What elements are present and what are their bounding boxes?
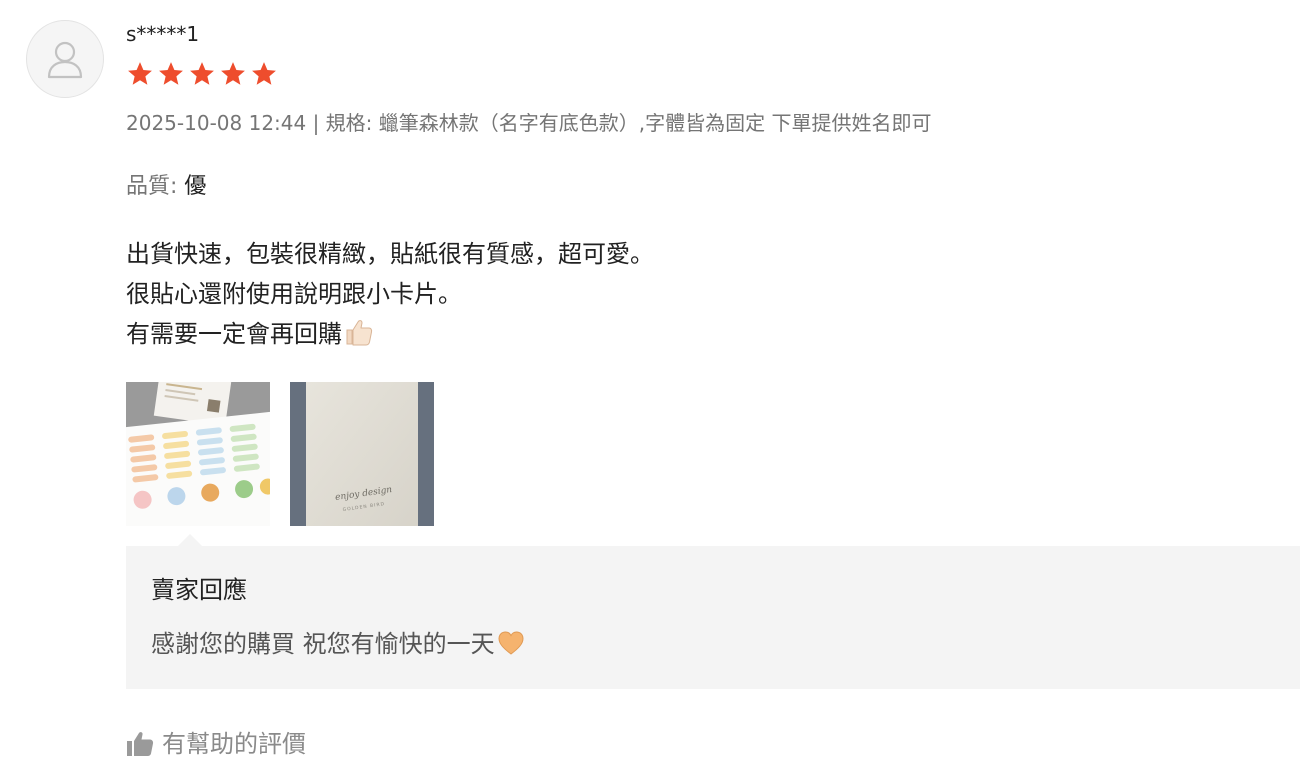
reviewer-username: s*****1 bbox=[126, 22, 200, 46]
user-icon bbox=[47, 41, 83, 79]
comment-line: 有需要一定會再回購 bbox=[126, 320, 342, 348]
quality-label: 品質: bbox=[126, 174, 185, 199]
envelope-photo[interactable]: enjoy design GOLDEN BIRD bbox=[290, 382, 434, 526]
star-icon bbox=[190, 62, 214, 85]
quality-value: 優 bbox=[184, 174, 207, 199]
star-icon bbox=[159, 62, 183, 85]
comment-line-last: 有需要一定會再回購 bbox=[126, 314, 654, 358]
sticker-sheet-photo[interactable] bbox=[126, 382, 270, 526]
seller-reply-text: 感謝您的購買 祝您有愉快的一天 bbox=[151, 630, 495, 658]
seller-reply: 賣家回應 感謝您的購買 祝您有愉快的一天 bbox=[126, 534, 1300, 689]
comment-line: 出貨快速，包裝很精緻，貼紙很有質感，超可愛。 bbox=[126, 240, 654, 268]
review-photos: enjoy design GOLDEN BIRD bbox=[126, 382, 434, 526]
quality-rating: 品質: 優 bbox=[126, 172, 206, 202]
comment-line: 很貼心還附使用說明跟小卡片。 bbox=[126, 280, 462, 308]
reply-pointer bbox=[178, 534, 202, 546]
star-icon bbox=[128, 62, 152, 85]
thumbs-up-icon bbox=[344, 318, 374, 358]
seller-reply-content: 感謝您的購買 祝您有愉快的一天 bbox=[151, 628, 525, 664]
star-icon bbox=[252, 62, 276, 85]
seller-reply-title: 賣家回應 bbox=[151, 576, 247, 604]
thumbs-up-icon bbox=[127, 732, 154, 756]
rating-stars bbox=[126, 60, 278, 88]
orange-heart-icon bbox=[497, 630, 525, 664]
helpful-label: 有幫助的評價 bbox=[162, 730, 306, 758]
star-icon bbox=[221, 62, 245, 85]
review-comment: 出貨快速，包裝很精緻，貼紙很有質感，超可愛。 很貼心還附使用說明跟小卡片。 有需… bbox=[126, 234, 654, 358]
review-meta: 2025-10-08 12:44 | 規格: 蠟筆森林款（名字有底色款）,字體皆… bbox=[126, 111, 932, 135]
helpful-button[interactable]: 有幫助的評價 bbox=[126, 728, 306, 760]
avatar[interactable] bbox=[26, 20, 104, 98]
